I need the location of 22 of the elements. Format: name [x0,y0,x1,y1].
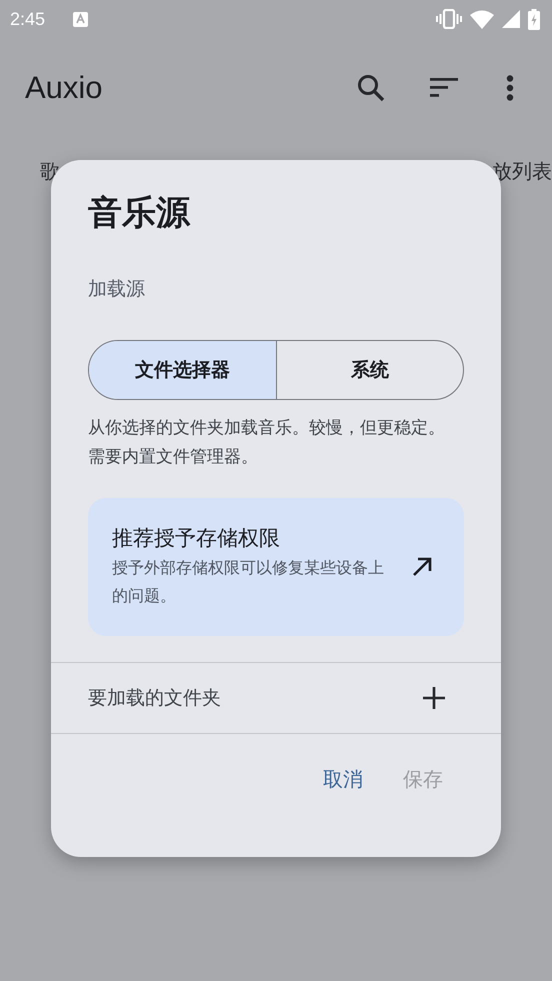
folders-label: 要加载的文件夹 [88,686,221,711]
dialog-title: 音乐源 [88,192,192,235]
signal-icon [502,10,520,28]
segment-button[interactable]: 文件选择器 [89,341,276,399]
wifi-icon [470,10,494,28]
vibrate-icon [436,9,462,29]
dialog-button[interactable]: 取消 [311,760,375,799]
external-arrow-icon [412,557,432,577]
permission-card[interactable]: 推荐授予存储权限 授予外部存储权限可以修复某些设备上的问题。 [88,498,464,636]
keyboard-notification-icon [73,12,88,26]
segment-button[interactable]: 系统 [276,341,463,399]
battery-icon [528,8,540,30]
section-label: 加载源 [88,277,146,302]
more-options-icon[interactable] [506,75,514,101]
sort-icon[interactable] [430,78,460,98]
app-title: Auxio [25,70,103,106]
search-icon[interactable] [356,73,386,103]
description-text: 从你选择的文件夹加载音乐。较慢，但更稳定。需要内置文件管理器。 [88,417,446,469]
add-icon[interactable] [423,687,445,709]
card-body: 授予外部存储权限可以修复某些设备上的问题。 [112,557,385,607]
status-time: 2:45 [10,8,46,30]
card-title: 推荐授予存储权限 [112,525,281,552]
